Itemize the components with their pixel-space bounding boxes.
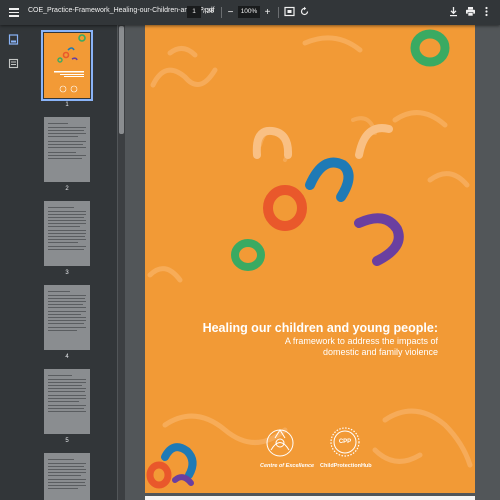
document-subheading-line2: domestic and family violence bbox=[322, 347, 438, 357]
pdf-page-1: Healing our children and young people: A… bbox=[145, 25, 475, 493]
zoom-out-icon[interactable]: − bbox=[224, 6, 237, 19]
thumbnail-page-5[interactable] bbox=[44, 369, 90, 434]
thumbnail-label: 1 bbox=[65, 102, 69, 108]
outline-icon[interactable] bbox=[8, 56, 19, 69]
fit-page-icon[interactable] bbox=[283, 6, 296, 19]
thumbnail-page-3[interactable] bbox=[44, 201, 90, 266]
page-number-input[interactable]: 1 bbox=[187, 6, 201, 18]
print-icon[interactable] bbox=[464, 6, 477, 19]
cpp-logo-mark: CPP bbox=[338, 439, 352, 445]
pdf-toolbar: COE_Practice-Framework_Healing-our-Child… bbox=[0, 0, 500, 25]
thumbnail-page-2[interactable] bbox=[44, 117, 90, 182]
rotate-icon[interactable] bbox=[298, 6, 311, 19]
thumbnail-page-1[interactable] bbox=[41, 30, 93, 101]
thumbnail-label: 2 bbox=[65, 186, 69, 192]
centre-of-excellence-logo-text: Centre of Excellence bbox=[260, 463, 315, 469]
thumbnail-label: 4 bbox=[65, 354, 69, 360]
zoom-in-icon[interactable]: + bbox=[261, 6, 274, 19]
document-subheading-line1: A framework to address the impacts of bbox=[284, 336, 438, 346]
zoom-input[interactable]: 100% bbox=[238, 6, 260, 18]
pdf-page-2-edge bbox=[145, 496, 475, 500]
document-heading: Healing our children and young people: bbox=[202, 321, 438, 335]
thumbnails-icon[interactable] bbox=[8, 32, 19, 45]
thumbnail-page-6[interactable] bbox=[44, 453, 90, 500]
menu-icon[interactable] bbox=[8, 6, 20, 18]
download-icon[interactable] bbox=[447, 6, 460, 19]
more-icon[interactable] bbox=[480, 6, 493, 19]
scrollbar-thumb[interactable] bbox=[119, 26, 124, 134]
cover-artwork bbox=[146, 29, 473, 489]
sidebar-rail bbox=[0, 25, 27, 500]
child-protection-hub-logo-text: ChildProtectionHub bbox=[320, 463, 372, 469]
thumbnail-label: 5 bbox=[65, 438, 69, 444]
page-total: / 26 bbox=[203, 8, 214, 15]
thumbnail-page-4[interactable] bbox=[44, 285, 90, 350]
thumbnail-panel: 1 2 3 4 5 bbox=[27, 25, 117, 500]
toolbar-divider bbox=[221, 7, 222, 18]
thumbnail-label: 3 bbox=[65, 270, 69, 276]
toolbar-divider bbox=[278, 7, 279, 18]
